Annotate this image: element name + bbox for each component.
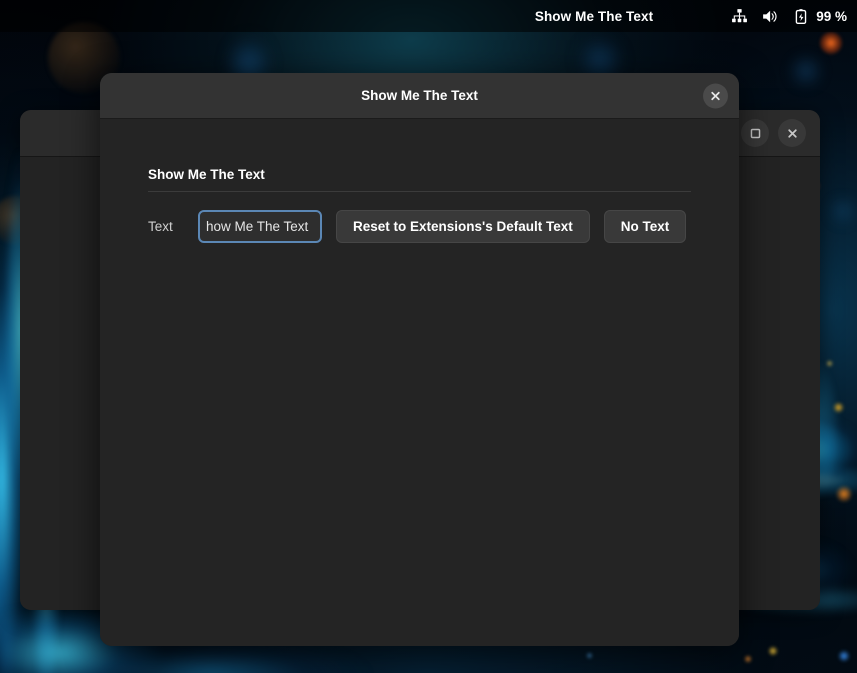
wallpaper-bokeh-blue bbox=[586, 652, 593, 659]
text-input[interactable] bbox=[198, 210, 322, 243]
dialog-close-icon[interactable] bbox=[703, 83, 728, 108]
wallpaper-bokeh-orange bbox=[836, 485, 852, 503]
dialog-title: Show Me The Text bbox=[361, 88, 478, 103]
wallpaper-bokeh-blue bbox=[838, 650, 850, 662]
text-setting-row: Text Reset to Extensions's Default Text … bbox=[148, 210, 691, 243]
preferences-dialog: Show Me The Text Show Me The Text Text R… bbox=[100, 73, 739, 646]
wallpaper-bokeh bbox=[830, 198, 856, 224]
section-title: Show Me The Text bbox=[148, 167, 265, 182]
battery-charging-icon bbox=[793, 8, 810, 25]
wallpaper-bokeh-yellow bbox=[833, 402, 844, 413]
dialog-content: Show Me The Text Text Reset to Extension… bbox=[100, 119, 739, 646]
wallpaper-bokeh bbox=[790, 55, 822, 87]
text-field-label: Text bbox=[148, 219, 173, 234]
dialog-titlebar[interactable]: Show Me The Text bbox=[100, 73, 739, 119]
wallpaper-bokeh-orange bbox=[820, 32, 842, 54]
volume-icon[interactable] bbox=[761, 8, 778, 25]
top-bar-title: Show Me The Text bbox=[534, 8, 654, 24]
wallpaper-bokeh-yellow bbox=[826, 360, 833, 367]
section-separator bbox=[148, 191, 691, 192]
wallpaper-bokeh-yellow bbox=[768, 646, 778, 656]
wallpaper-bokeh-orange bbox=[744, 655, 752, 663]
reset-to-default-button[interactable]: Reset to Extensions's Default Text bbox=[336, 210, 590, 243]
close-button[interactable] bbox=[778, 119, 806, 147]
battery-status[interactable]: 99 % bbox=[793, 8, 847, 25]
network-wired-icon[interactable] bbox=[731, 8, 748, 25]
battery-percent-label: 99 % bbox=[816, 8, 847, 24]
no-text-button[interactable]: No Text bbox=[603, 210, 687, 243]
system-tray: 99 % bbox=[731, 8, 847, 25]
system-top-bar: Show Me The Text 99 % bbox=[0, 0, 857, 32]
maximize-button[interactable] bbox=[741, 119, 769, 147]
